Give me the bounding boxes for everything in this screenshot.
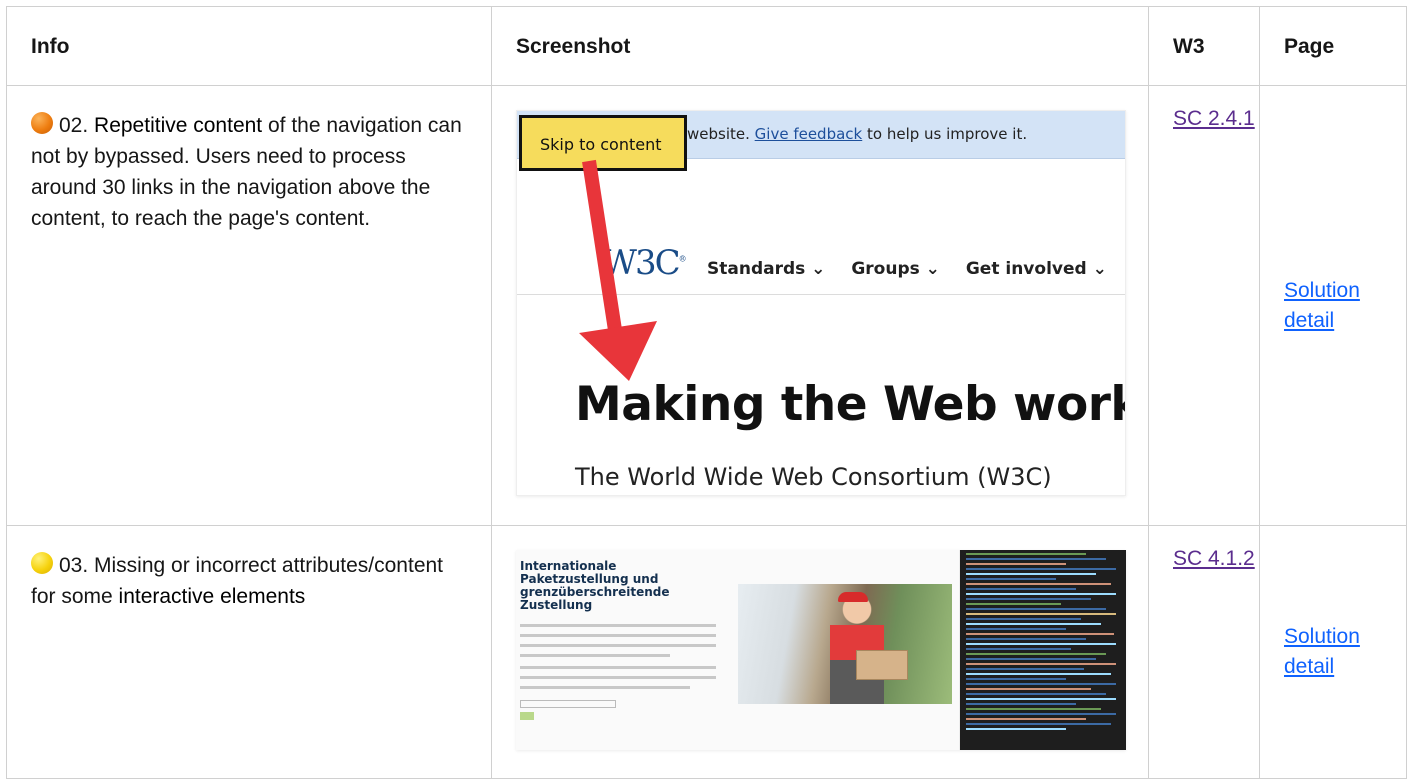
- info-highlight: Repetitive content: [94, 114, 263, 137]
- page-cell: Solution detail: [1259, 85, 1407, 526]
- solution-detail-link[interactable]: Solution detail: [1284, 625, 1360, 678]
- severity-yellow-icon: [31, 552, 53, 574]
- table-row: 03. Missing or incorrect attributes/cont…: [6, 525, 1407, 779]
- header-info: Info: [6, 6, 492, 86]
- table-row: 02. Repetitive content of the navigation…: [6, 85, 1407, 526]
- w3-cell: SC 4.1.2: [1148, 525, 1260, 779]
- severity-orange-icon: [31, 112, 53, 134]
- text-line: [520, 624, 716, 627]
- text-line: [520, 676, 716, 679]
- courier-cap: [838, 592, 868, 602]
- devtools-code-panel: [960, 550, 1126, 750]
- article-panel: Internationale Paketzustellung und grenz…: [516, 550, 960, 750]
- page-cell: Solution detail: [1259, 525, 1407, 779]
- courier-figure: [830, 594, 884, 704]
- w3c-screenshot: website. Give feedback to help us improv…: [516, 110, 1126, 496]
- header-screenshot: Screenshot: [491, 6, 1149, 86]
- screenshot-cell: website. Give feedback to help us improv…: [491, 85, 1149, 526]
- text-line: [520, 654, 670, 657]
- info-cell: 03. Missing or incorrect attributes/cont…: [6, 525, 492, 779]
- delivery-photo: [738, 584, 952, 704]
- green-button: [520, 712, 534, 720]
- article-title: Internationale Paketzustellung und grenz…: [520, 559, 670, 612]
- header-row: Info Screenshot W3 Page: [6, 6, 1407, 86]
- sc-link[interactable]: SC 4.1.2: [1173, 547, 1255, 570]
- header-w3: W3: [1148, 6, 1260, 86]
- parcel-screenshot: Internationale Paketzustellung und grenz…: [516, 550, 1126, 750]
- info-number: 02.: [59, 114, 95, 137]
- sc-link[interactable]: SC 2.4.1: [1173, 107, 1255, 130]
- text-line: [520, 686, 690, 689]
- text-line: [520, 634, 716, 637]
- header-page: Page: [1259, 6, 1407, 86]
- findings-table: Info Screenshot W3 Page 02. Repetitive c…: [6, 6, 1407, 779]
- text-line: [520, 644, 716, 647]
- solution-detail-link[interactable]: Solution detail: [1284, 279, 1360, 332]
- w3-cell: SC 2.4.1: [1148, 85, 1260, 526]
- info-highlight: interactive elements: [118, 585, 306, 608]
- text-line: [520, 666, 716, 669]
- screenshot-cell: Internationale Paketzustellung und grenz…: [491, 525, 1149, 779]
- parcel-box: [856, 650, 908, 680]
- link-chip: [520, 700, 616, 708]
- info-cell: 02. Repetitive content of the navigation…: [6, 85, 492, 526]
- red-arrow-icon: [579, 159, 657, 381]
